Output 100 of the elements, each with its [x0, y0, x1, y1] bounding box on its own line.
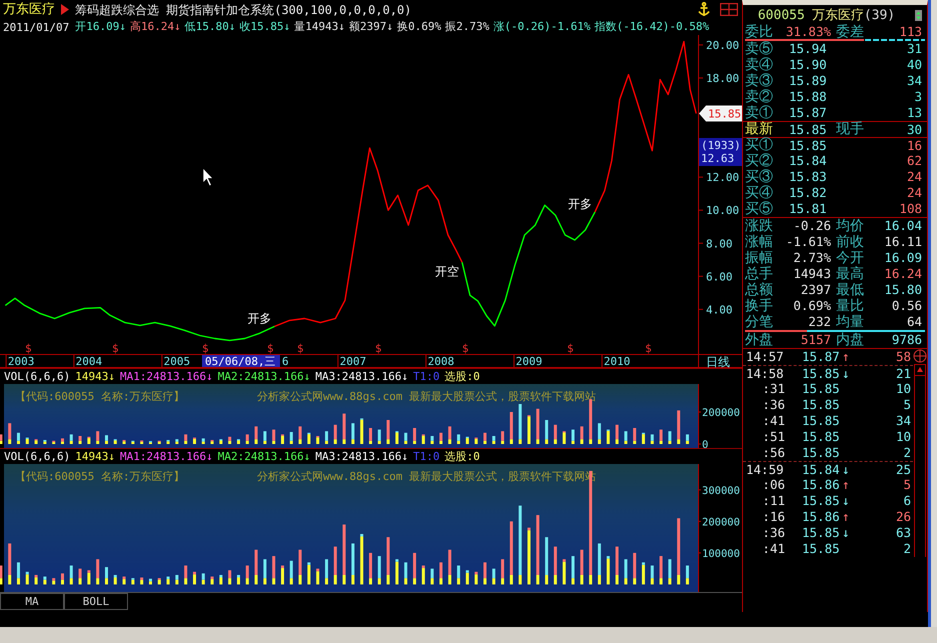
bar — [624, 578, 628, 584]
bar — [624, 440, 628, 444]
bar — [246, 440, 249, 444]
bar — [78, 436, 82, 441]
bar — [26, 438, 29, 444]
bar — [60, 580, 64, 584]
window-icon[interactable] — [720, 3, 738, 16]
bar — [114, 440, 117, 444]
bar — [686, 434, 689, 441]
field-value: -1.61% — [785, 235, 831, 249]
dividend-marker: $ — [375, 342, 382, 355]
bar — [466, 438, 469, 444]
bar — [149, 578, 152, 582]
tick-volume: 34 — [894, 414, 911, 428]
bar — [430, 436, 434, 441]
tick-volume: 10 — [894, 382, 911, 396]
dividend-marker: $ — [202, 342, 209, 355]
bar — [16, 578, 20, 584]
order-volume: 16 — [906, 138, 922, 152]
order-label: 买② — [745, 154, 774, 168]
bar — [202, 573, 205, 580]
bar — [448, 550, 452, 575]
crosshair-icon[interactable] — [913, 349, 927, 363]
tick-arrow: ↑ — [842, 510, 851, 524]
field-value: 5157 — [800, 333, 831, 347]
bar — [325, 440, 328, 444]
bar — [378, 430, 381, 441]
field-label: 换手 — [745, 298, 774, 314]
quote-value: 涨(-0.26)-1.61% — [493, 20, 590, 34]
bar — [87, 570, 90, 573]
bar — [360, 534, 364, 537]
tick-time: :36 — [761, 526, 785, 540]
year-label: 6 — [282, 355, 289, 368]
bar — [149, 581, 152, 584]
triangle-icon[interactable] — [61, 4, 69, 15]
last-price-tag: 15.85 — [699, 106, 742, 122]
bar — [272, 440, 276, 444]
spinner-icon[interactable] — [915, 10, 922, 20]
field-label: 均价 — [836, 218, 865, 234]
indicator-value: MA1:24813.166↓ — [120, 370, 213, 384]
bar — [184, 566, 188, 578]
tick-price: 15.85 — [802, 398, 841, 412]
tick-arrow: ↑ — [842, 478, 851, 492]
bar — [316, 437, 320, 444]
bar — [166, 579, 170, 584]
tick-arrow: ↓ — [842, 494, 851, 508]
scroll-up-button[interactable] — [914, 364, 926, 376]
scrollbar[interactable] — [914, 376, 926, 557]
bar — [342, 439, 346, 444]
bar — [272, 430, 276, 441]
tick-price: 15.85 — [802, 446, 841, 460]
order-volume: 108 — [898, 202, 922, 216]
bar — [660, 556, 663, 578]
bar — [633, 428, 636, 441]
bar — [70, 440, 73, 444]
quote-value: 量14943↓ — [294, 20, 345, 34]
indicator-tab[interactable]: BOLL — [64, 593, 128, 610]
bar — [422, 436, 425, 444]
bar — [536, 574, 540, 584]
bar — [633, 440, 636, 444]
bar — [342, 414, 346, 440]
axis-label: 12.00 — [706, 171, 740, 184]
bar — [598, 423, 601, 440]
bar — [60, 438, 64, 442]
tick-time: :36 — [761, 398, 785, 412]
year-label: 2003 — [8, 355, 34, 368]
field-value: 31.83% — [785, 25, 831, 39]
bar — [360, 536, 364, 584]
bar — [422, 566, 425, 568]
indicator-value: VOL(6,6,6) — [4, 450, 70, 464]
bar — [642, 564, 645, 584]
bar — [34, 578, 38, 584]
dividend-marker: $ — [645, 342, 652, 355]
order-price: 15.83 — [788, 170, 828, 184]
indicator-tab[interactable]: MA — [0, 593, 64, 610]
bar — [474, 438, 478, 444]
field-label: 外盘 — [745, 332, 774, 348]
bar — [650, 578, 654, 584]
bar — [281, 568, 284, 584]
bar — [439, 578, 442, 584]
bar — [616, 424, 619, 440]
period-label[interactable]: 日线 — [706, 355, 730, 368]
bar — [642, 562, 645, 565]
bar — [26, 574, 29, 584]
bar — [562, 432, 566, 444]
tick-volume: 63 — [894, 526, 911, 540]
field-value: 0.56 — [890, 299, 922, 313]
quote-value: 指数(-16.42)-0.58% — [594, 20, 710, 34]
anchor-icon[interactable] — [698, 2, 710, 17]
bar — [413, 578, 416, 584]
bar — [272, 578, 276, 584]
bar — [518, 506, 522, 575]
bar — [254, 426, 258, 440]
tick-time: :41 — [761, 414, 785, 428]
tick-time: :51 — [761, 430, 785, 444]
bar — [466, 570, 469, 573]
bar — [0, 566, 2, 578]
order-label: 卖③ — [745, 74, 774, 88]
order-label: 买① — [745, 138, 774, 153]
bar — [572, 556, 575, 578]
